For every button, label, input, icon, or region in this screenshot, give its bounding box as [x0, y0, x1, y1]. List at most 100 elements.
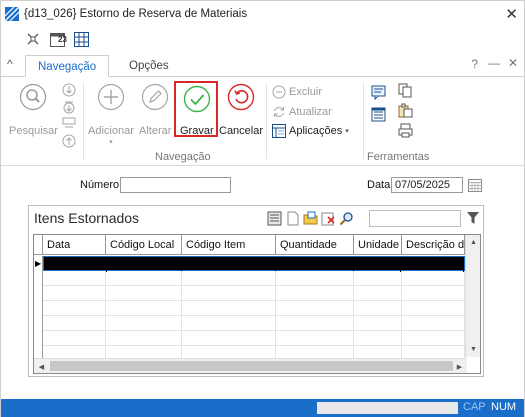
table-cell[interactable] [401, 257, 464, 272]
table-cell[interactable] [276, 257, 354, 272]
table-cell[interactable] [276, 316, 354, 331]
tab-navegacao[interactable]: Navegação [25, 55, 110, 77]
table-cell[interactable] [44, 257, 107, 272]
table-cell[interactable] [402, 301, 465, 316]
row-indicator[interactable] [34, 271, 43, 286]
row-indicator[interactable] [34, 316, 43, 331]
table-row[interactable] [43, 286, 465, 301]
table-cell[interactable] [276, 271, 354, 286]
grid-delete-icon[interactable] [320, 210, 337, 227]
window-close-button[interactable]: ✕ [505, 5, 518, 23]
table-cell[interactable] [43, 331, 106, 346]
grid-open-folder-icon[interactable] [302, 210, 319, 227]
excluir-button[interactable]: Excluir [272, 85, 322, 99]
table-row[interactable] [43, 331, 465, 346]
table-cell[interactable] [402, 331, 465, 346]
row-indicator[interactable] [34, 301, 43, 316]
table-cell[interactable] [182, 271, 276, 286]
pesquisar-button[interactable]: Pesquisar [9, 83, 58, 137]
form-list-icon[interactable] [371, 107, 386, 122]
table-cell[interactable] [43, 301, 106, 316]
table-cell[interactable] [402, 286, 465, 301]
column-header-unidade[interactable]: Unidade [354, 235, 402, 255]
filter-icon[interactable] [466, 211, 480, 225]
row-indicator[interactable] [34, 286, 43, 301]
scroll-left-icon[interactable]: ◀ [34, 359, 49, 373]
table-cell[interactable] [402, 316, 465, 331]
arrow-first-icon[interactable] [62, 117, 76, 131]
table-cell[interactable] [354, 316, 402, 331]
atualizar-button[interactable]: Atualizar [272, 105, 332, 119]
aplicacoes-button[interactable]: Aplicações ▾ [272, 124, 349, 138]
table-cell[interactable] [182, 316, 276, 331]
adicionar-button[interactable]: Adicionar ▾ [88, 83, 134, 146]
numero-input[interactable] [120, 177, 231, 193]
print-icon[interactable] [398, 123, 413, 138]
row-indicator[interactable] [34, 331, 43, 346]
table-cell[interactable] [354, 271, 402, 286]
vertical-scrollbar[interactable]: ▲ ▼ [465, 235, 480, 357]
horizontal-scroll-thumb[interactable] [50, 361, 453, 371]
table-row[interactable] [43, 316, 465, 331]
grid-search-input[interactable] [369, 210, 461, 227]
comment-icon[interactable] [371, 85, 386, 100]
table-cell[interactable] [43, 316, 106, 331]
minimize-icon[interactable]: — [488, 56, 500, 70]
scroll-right-icon[interactable]: ▶ [452, 359, 467, 373]
table-cell[interactable] [354, 286, 402, 301]
table-row[interactable] [43, 271, 465, 286]
table-cell[interactable] [354, 257, 402, 272]
cancelar-button[interactable]: Cancelar [219, 83, 263, 137]
alterar-button[interactable]: Alterar [139, 83, 171, 137]
adicionar-dropdown-icon[interactable]: ▾ [109, 138, 113, 146]
table-cell[interactable] [43, 271, 106, 286]
calendar-picker-icon[interactable] [468, 178, 482, 192]
table-row[interactable] [43, 256, 465, 272]
table-cell[interactable] [107, 257, 183, 272]
collapse-ribbon-icon[interactable]: ^ [7, 57, 13, 71]
tab-opcoes[interactable]: Opções [117, 55, 181, 77]
table-cell[interactable] [354, 301, 402, 316]
table-cell[interactable] [276, 301, 354, 316]
help-icon[interactable]: ? [471, 57, 478, 71]
table-row[interactable] [43, 301, 465, 316]
paste-icon[interactable] [398, 103, 413, 118]
grid-layout-icon[interactable] [25, 31, 41, 47]
arrow-down-icon[interactable] [62, 83, 76, 97]
row-indicator[interactable]: ▶ [34, 256, 43, 271]
table-cell[interactable] [402, 271, 465, 286]
table-cell[interactable] [276, 331, 354, 346]
table-cell[interactable] [182, 257, 276, 272]
column-header-codigo-item[interactable]: Código Item [182, 235, 276, 255]
aplicacoes-dropdown-icon[interactable]: ▾ [345, 127, 349, 135]
ribbon-close-icon[interactable]: ✕ [508, 56, 518, 70]
horizontal-scrollbar[interactable]: ◀ ▶ [34, 358, 467, 373]
arrow-end-icon[interactable] [62, 100, 76, 114]
arrow-up-icon[interactable] [62, 134, 76, 148]
table-cell[interactable] [276, 286, 354, 301]
table-cell[interactable] [182, 331, 276, 346]
table-cell[interactable] [182, 286, 276, 301]
grid-search-icon[interactable] [338, 210, 355, 227]
table-icon[interactable] [73, 31, 89, 47]
column-header-codigo-local[interactable]: Código Local [106, 235, 182, 255]
table-cell[interactable] [106, 316, 182, 331]
copy-icon[interactable] [398, 83, 413, 98]
table-cell[interactable] [106, 331, 182, 346]
data-input[interactable] [391, 177, 463, 193]
table-cell[interactable] [106, 271, 182, 286]
column-header-data[interactable]: Data [43, 235, 106, 255]
grid-report-icon[interactable] [266, 210, 283, 227]
adicionar-label: Adicionar [88, 125, 134, 137]
table-cell[interactable] [106, 301, 182, 316]
column-header-descricao[interactable]: Descrição do [402, 235, 465, 255]
scroll-down-icon[interactable]: ▼ [466, 342, 480, 357]
gravar-button[interactable]: Gravar [180, 85, 214, 137]
grid-blank-page-icon[interactable] [284, 210, 301, 227]
table-cell[interactable] [354, 331, 402, 346]
table-cell[interactable] [106, 286, 182, 301]
table-cell[interactable] [43, 286, 106, 301]
scroll-up-icon[interactable]: ▲ [466, 235, 480, 250]
column-header-quantidade[interactable]: Quantidade [276, 235, 354, 255]
table-cell[interactable] [182, 301, 276, 316]
